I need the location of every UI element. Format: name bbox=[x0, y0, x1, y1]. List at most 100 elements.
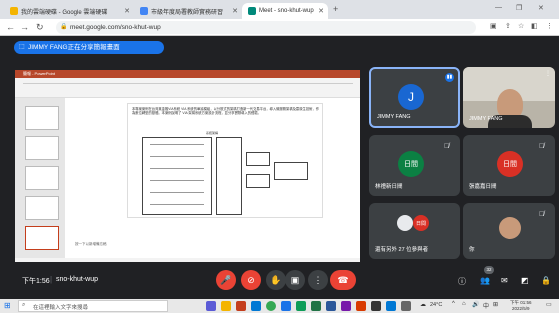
app-icon[interactable] bbox=[356, 301, 366, 311]
host-controls-icon[interactable]: 🔒 bbox=[541, 276, 551, 285]
app-icon[interactable] bbox=[371, 301, 381, 311]
slide-thumbnails bbox=[15, 98, 65, 258]
close-icon[interactable]: ✕ bbox=[318, 7, 324, 15]
more-icon[interactable]: ⋮ bbox=[545, 70, 551, 77]
participant-tile-video[interactable]: JIMMY FANG ⋮ bbox=[463, 67, 555, 128]
participant-tile[interactable]: 日間 🎙̸ 林禮新日間 bbox=[369, 135, 460, 196]
browser-tab[interactable]: 我的雲端硬碟 - Google 雲端硬碟 ✕ bbox=[4, 3, 134, 19]
more-options-button[interactable]: ⋮ bbox=[308, 270, 328, 290]
notification-icon[interactable]: ▭ bbox=[546, 301, 552, 308]
close-icon[interactable]: ✕ bbox=[124, 7, 130, 15]
mic-off-icon: 🎙̸ bbox=[444, 143, 450, 150]
extensions-icon[interactable]: ◧ bbox=[531, 22, 538, 30]
reload-icon[interactable]: ↻ bbox=[36, 22, 44, 33]
avatar-photo bbox=[397, 215, 413, 231]
participant-name: JIMMY FANG bbox=[469, 116, 503, 122]
avatar: J bbox=[398, 84, 424, 110]
new-tab-button[interactable]: + bbox=[333, 4, 338, 14]
onenote-icon[interactable] bbox=[341, 301, 351, 311]
share-icon[interactable]: ⇪ bbox=[505, 22, 511, 30]
slide-thumbnail[interactable] bbox=[25, 196, 59, 220]
raise-hand-button[interactable]: ✋ bbox=[266, 270, 286, 290]
diagram-box bbox=[274, 162, 308, 180]
avatar: 日間 bbox=[497, 151, 523, 177]
taskview-icon[interactable] bbox=[206, 301, 216, 311]
slide-thumbnail[interactable] bbox=[25, 136, 59, 160]
close-icon[interactable]: ✕ bbox=[232, 7, 238, 15]
activities-icon[interactable]: ◩ bbox=[521, 276, 529, 285]
excel-icon[interactable] bbox=[311, 301, 321, 311]
leave-call-button[interactable]: ☎ bbox=[330, 270, 356, 290]
diagram-title: 系統架構 bbox=[206, 131, 219, 135]
volume-icon[interactable]: 🔊 bbox=[472, 301, 479, 308]
slide-thumbnail-active[interactable] bbox=[25, 226, 59, 250]
presenter-pill: ⬚ JIMMY FANG正在分享簡報畫面 bbox=[14, 41, 164, 54]
participant-name: 還有另外 27 位參與者 bbox=[375, 247, 429, 253]
network-icon[interactable]: ⌂ bbox=[462, 301, 466, 307]
mic-off-icon: 🎙̸ bbox=[539, 211, 545, 218]
slide-thumbnail[interactable] bbox=[25, 106, 59, 130]
chrome-icon[interactable] bbox=[266, 301, 276, 311]
meeting-time: 下午1:56 bbox=[22, 278, 50, 285]
browser-tab-bar: 我的雲端硬碟 - Google 雲端硬碟 ✕ 市級年度局署教師實務研習 ✕ Me… bbox=[0, 0, 559, 19]
info-icon[interactable]: ⓘ bbox=[458, 276, 466, 287]
participant-tile[interactable]: 日間 🎙̸ 張嘉嘉日間 bbox=[463, 135, 555, 196]
app-icon[interactable] bbox=[281, 301, 291, 311]
drive-icon bbox=[10, 7, 18, 15]
diagram-box bbox=[216, 137, 242, 215]
browser-tab-active[interactable]: Meet - sno-khut-wup ✕ bbox=[242, 3, 328, 19]
app-icon[interactable] bbox=[401, 301, 411, 311]
explorer-icon[interactable] bbox=[221, 301, 231, 311]
forward-icon[interactable]: → bbox=[20, 22, 29, 32]
speaking-icon: ▮▮ bbox=[445, 73, 454, 82]
powerpoint-icon[interactable] bbox=[236, 301, 246, 311]
camera-toggle-button[interactable]: ⊘ bbox=[241, 270, 261, 290]
ime-indicator[interactable]: 中 bbox=[483, 301, 489, 310]
search-icon: ⌕ bbox=[22, 302, 26, 308]
edge-icon[interactable] bbox=[251, 301, 261, 311]
slide-thumbnail[interactable] bbox=[25, 166, 59, 190]
tray-chevron-icon[interactable]: ^ bbox=[452, 301, 455, 307]
back-icon[interactable]: ← bbox=[6, 22, 15, 32]
taskbar-search[interactable]: ⌕ 在這裡輸入文字來搜尋 bbox=[18, 300, 168, 312]
avatar: 日間 bbox=[398, 151, 424, 177]
share-banner: ⬚ JIMMY FANG正在分享簡報畫面 bbox=[0, 36, 559, 58]
participant-tile[interactable]: J ▮▮ JIMMY FANG bbox=[369, 67, 460, 128]
diagram-box bbox=[246, 174, 270, 188]
shared-screen: 簡報 - PowerPoint 本專案案例在台灣某金融VIA系統 VIA 系統的… bbox=[15, 70, 360, 264]
participant-tile-others[interactable]: 日間 還有另外 27 位參與者 bbox=[369, 203, 460, 259]
windows-start-icon[interactable]: ⊞ bbox=[4, 301, 11, 310]
close-window-button[interactable]: ✕ bbox=[538, 4, 544, 12]
people-icon[interactable]: 👥 bbox=[480, 276, 490, 285]
weather-icon: ☁ bbox=[420, 302, 426, 308]
avatar-photo bbox=[499, 217, 521, 239]
slide-body-text: 本專案案例在台灣某金融VIA系統 VIA 系統的單據模組，以分散式的架構打造新一… bbox=[132, 107, 320, 116]
diagram-box bbox=[246, 152, 270, 166]
mic-toggle-button[interactable]: 🎤 bbox=[216, 270, 236, 290]
meet-control-bar: 下午1:56 | sno-khut-wup 🎤 ⊘ ✋ ▣ ⋮ ☎ ⓘ 👥 32… bbox=[0, 262, 559, 299]
url-field[interactable]: 🔒 meet.google.com/sno-khut-wup bbox=[56, 21, 476, 34]
chat-icon[interactable]: ✉ bbox=[501, 276, 508, 285]
clock-date[interactable]: 2022/5/9 bbox=[512, 306, 530, 311]
maximize-button[interactable]: ❐ bbox=[516, 4, 522, 12]
input-icon[interactable]: ⊞ bbox=[493, 301, 498, 308]
participant-name: 張嘉嘉日間 bbox=[469, 184, 497, 190]
current-slide: 本專案案例在台灣某金融VIA系統 VIA 系統的單據模組，以分散式的架構打造新一… bbox=[127, 103, 323, 218]
participant-tile-self[interactable]: 🎙̸ 你 bbox=[463, 203, 555, 259]
avatar: 日間 bbox=[413, 215, 429, 231]
present-button[interactable]: ▣ bbox=[285, 270, 305, 290]
weather-temp[interactable]: 24°C bbox=[430, 302, 442, 308]
notes-placeholder[interactable]: 按一下以新增備忘稿 bbox=[75, 242, 107, 247]
word-icon[interactable] bbox=[326, 301, 336, 311]
app-icon[interactable] bbox=[296, 301, 306, 311]
star-icon[interactable]: ☆ bbox=[518, 22, 524, 30]
participant-count-badge: 32 bbox=[484, 266, 494, 274]
minimize-button[interactable]: — bbox=[495, 4, 502, 11]
menu-icon[interactable]: ⋮ bbox=[546, 22, 553, 30]
camera-icon[interactable]: ▣ bbox=[490, 22, 497, 30]
browser-tab[interactable]: 市級年度局署教師實務研習 ✕ bbox=[134, 3, 242, 19]
lock-icon: 🔒 bbox=[60, 24, 68, 30]
app-icon[interactable] bbox=[386, 301, 396, 311]
participant-name: 林禮新日間 bbox=[375, 184, 403, 190]
mic-off-icon: 🎙̸ bbox=[539, 143, 545, 150]
